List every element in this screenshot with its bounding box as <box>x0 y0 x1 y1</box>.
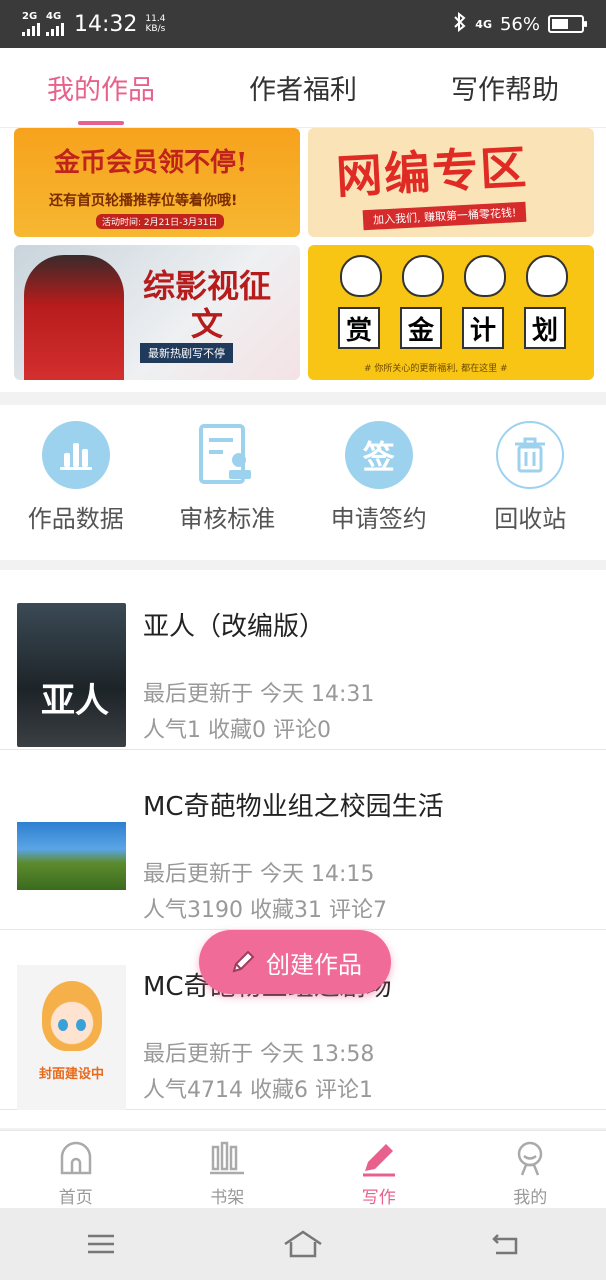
banner-illustration <box>24 255 124 380</box>
battery-percent: 56% <box>499 13 540 35</box>
nav-label: 我的 <box>513 1188 548 1208</box>
work-item[interactable]: MC奇葩物业组之校园生活 最后更新于 今天 14:15 人气3190 收藏31 … <box>0 750 606 930</box>
works-list: 亚人 亚人（改编版） 最后更新于 今天 14:31 人气1 收藏0 评论0 MC… <box>0 570 606 1128</box>
action-label: 审核标准 <box>179 505 276 533</box>
tab-author-benefits[interactable]: 作者福利 <box>202 48 404 127</box>
pen-icon <box>228 947 258 977</box>
create-work-button[interactable]: 创建作品 <box>199 930 391 994</box>
sign-glyph: 签 <box>362 438 395 476</box>
network-speed: 11.4 KB/s <box>145 14 165 34</box>
banner-title-char: 金 <box>400 307 442 349</box>
quick-actions: 作品数据 审核标准 签 申请签约 回收站 <box>0 405 606 560</box>
banner-drama-contest[interactable]: 综影视征文 最新热剧写不停 <box>14 245 300 380</box>
action-label: 回收站 <box>494 505 567 533</box>
home-button-icon[interactable] <box>283 1224 323 1264</box>
network-label: 4G <box>475 17 492 31</box>
work-updated: 最后更新于 今天 13:58 <box>143 1042 375 1067</box>
action-apply-contract[interactable]: 签 申请签约 <box>303 405 455 560</box>
work-updated: 最后更新于 今天 14:31 <box>143 682 375 707</box>
action-label: 作品数据 <box>27 505 124 533</box>
speed-unit: KB/s <box>145 24 166 34</box>
work-title: 亚人（改编版） <box>143 612 326 642</box>
nav-label: 书架 <box>210 1188 245 1208</box>
top-tabs: 我的作品 作者福利 写作帮助 <box>0 48 606 128</box>
nav-label: 写作 <box>361 1188 396 1208</box>
action-work-data[interactable]: 作品数据 <box>0 405 152 560</box>
network-label: 2G <box>22 11 38 22</box>
bluetooth-icon <box>453 11 467 37</box>
banner-subtitle: 还有首页轮播推荐位等着你哦! <box>49 193 238 209</box>
action-recycle-bin[interactable]: 回收站 <box>455 405 606 560</box>
create-work-label: 创建作品 <box>266 950 362 979</box>
nav-home[interactable]: 首页 <box>0 1131 152 1208</box>
banner-title-char: 计 <box>462 307 504 349</box>
work-updated: 最后更新于 今天 14:15 <box>143 862 375 887</box>
work-stats: 人气4714 收藏6 评论1 <box>143 1078 373 1103</box>
bookshelf-icon <box>210 1141 245 1175</box>
banner-subtitle: 最新热剧写不停 <box>140 343 233 363</box>
cover-placeholder-illustration <box>41 981 102 1051</box>
back-icon[interactable] <box>485 1224 525 1264</box>
banner-grid: 金币会员领不停! 还有首页轮播推荐位等着你哦! 活动时间: 2月21日-3月31… <box>0 128 606 392</box>
tab-my-works[interactable]: 我的作品 <box>0 48 202 127</box>
banner-subtitle: 加入我们, 赚取第一桶零花钱! <box>362 201 527 231</box>
sign-icon: 签 <box>344 421 413 489</box>
work-title: MC奇葩物业组之校园生活 <box>143 792 444 822</box>
banner-bounty-plan[interactable]: 赏 金 计 划 # 你所关心的更新福利, 都在这里 # <box>308 245 594 380</box>
battery-icon <box>548 15 587 33</box>
nav-profile[interactable]: 我的 <box>455 1131 606 1208</box>
work-stats: 人气1 收藏0 评论0 <box>143 718 331 743</box>
system-nav-bar <box>0 1208 606 1280</box>
menu-icon[interactable] <box>81 1224 121 1264</box>
signal-icon: 4G <box>46 12 64 36</box>
network-label: 4G <box>46 11 62 22</box>
network-indicators: 2G 4G <box>22 12 64 36</box>
profile-icon <box>518 1141 543 1176</box>
nav-bookshelf[interactable]: 书架 <box>152 1131 304 1208</box>
tab-writing-help[interactable]: 写作帮助 <box>404 48 606 127</box>
banner-subtitle: # 你所关心的更新福利, 都在这里 # <box>364 364 508 374</box>
banner-illustration <box>340 255 568 297</box>
work-item[interactable]: 亚人 亚人（改编版） 最后更新于 今天 14:31 人气1 收藏0 评论0 <box>0 570 606 750</box>
bottom-nav: 首页 书架 写作 我的 <box>0 1130 606 1208</box>
banner-title: 金币会员领不停! <box>54 148 248 178</box>
cat-icon <box>526 255 568 297</box>
action-review-standard[interactable]: 审核标准 <box>152 405 304 560</box>
signal-icon: 2G <box>22 12 40 36</box>
home-icon <box>60 1141 91 1175</box>
status-bar: 2G 4G 14:32 11.4 KB/s 4G 56% <box>0 0 606 48</box>
work-cover: 封面建设中 <box>17 965 126 1110</box>
banner-title: 赏 金 计 划 <box>338 307 566 349</box>
cover-title: 亚人 <box>41 681 109 721</box>
banner-title-char: 赏 <box>338 307 380 349</box>
banner-title: 网编专区 <box>334 140 530 204</box>
pen-icon <box>362 1144 395 1177</box>
action-label: 申请签约 <box>330 505 427 533</box>
work-stats: 人气3190 收藏31 评论7 <box>143 898 387 923</box>
banner-title-char: 划 <box>524 307 566 349</box>
cat-icon <box>464 255 506 297</box>
nav-label: 首页 <box>58 1188 93 1208</box>
work-cover <box>17 822 126 890</box>
banner-date: 活动时间: 2月21日-3月31日 <box>96 214 224 229</box>
cat-icon <box>402 255 444 297</box>
trash-icon <box>496 421 565 489</box>
review-doc-icon <box>193 421 261 489</box>
banner-title: 综影视征文 <box>142 267 271 343</box>
bar-chart-icon <box>41 421 110 489</box>
clock: 14:32 <box>74 11 138 37</box>
speed-value: 11.4 <box>145 14 166 24</box>
cover-placeholder-text: 封面建设中 <box>38 1067 104 1082</box>
work-cover: 亚人 <box>17 603 126 747</box>
nav-write[interactable]: 写作 <box>303 1131 455 1208</box>
banner-editor-zone[interactable]: 网编专区 加入我们, 赚取第一桶零花钱! <box>308 128 594 237</box>
cat-icon <box>340 255 382 297</box>
banner-gold-member[interactable]: 金币会员领不停! 还有首页轮播推荐位等着你哦! 活动时间: 2月21日-3月31… <box>14 128 300 237</box>
